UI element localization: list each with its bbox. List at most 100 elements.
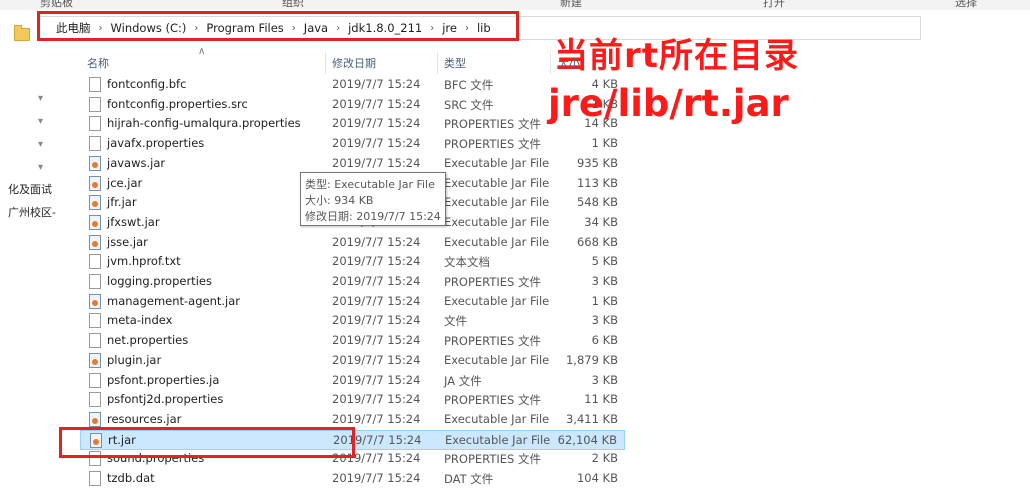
pin-icon[interactable]: ▾	[38, 139, 46, 150]
file-type: Executable Jar File	[444, 293, 550, 308]
tooltip-type: 类型: Executable Jar File	[305, 178, 435, 191]
file-icon	[89, 116, 101, 132]
file-icon	[89, 471, 101, 486]
rtjar-highlight-box	[59, 427, 355, 458]
file-type: Executable Jar File	[444, 411, 550, 426]
file-icon	[89, 96, 101, 112]
file-type: Executable Jar File	[444, 155, 550, 170]
file-type: PROPERTIES 文件	[444, 452, 541, 467]
file-row[interactable]: hijrah-config-umalqura.properties 2019/7/…	[80, 114, 625, 134]
file-row[interactable]: tzdb.dat 2019/7/7 15:24 DAT 文件 104 KB	[80, 469, 625, 489]
column-name[interactable]: 名称	[87, 55, 109, 71]
file-size: 34 KB	[584, 214, 618, 229]
jar-icon	[89, 195, 101, 211]
jar-icon	[89, 293, 101, 309]
file-date: 2019/7/7 15:24	[332, 274, 421, 288]
file-size: 1 KB	[591, 136, 618, 151]
file-size: 1,879 KB	[565, 352, 618, 367]
file-name: jfr.jar	[107, 195, 137, 210]
file-name: net.properties	[107, 333, 189, 348]
file-row[interactable]: logging.properties 2019/7/7 15:24 PROPERTI…	[80, 272, 625, 292]
file-name: jce.jar	[107, 175, 143, 190]
file-date: 2019/7/7 15:24	[332, 234, 421, 249]
file-date: 2019/7/7 15:24	[332, 96, 421, 111]
pin-icon[interactable]: ▾	[38, 162, 46, 173]
file-name: fontconfig.properties.src	[107, 96, 248, 111]
file-size: 3 KB	[591, 274, 618, 288]
file-icon	[89, 313, 101, 329]
file-icon	[89, 77, 101, 92]
file-size: 4 KB	[591, 77, 618, 91]
file-size: 11 KB	[584, 392, 618, 407]
file-type: 文本文档	[444, 255, 490, 270]
file-size: 1 KB	[591, 96, 618, 111]
file-date: 2019/7/7 15:24	[332, 293, 421, 308]
file-size: 14 KB	[584, 116, 618, 131]
file-size: 3,411 KB	[565, 411, 618, 426]
column-date[interactable]: 修改日期	[332, 55, 376, 71]
file-size: 6 KB	[591, 333, 618, 348]
file-row[interactable]: javaws.jar 2019/7/7 15:24 Executable Jar F…	[80, 154, 625, 174]
file-type: PROPERTIES 文件	[444, 334, 541, 349]
file-icon	[89, 254, 101, 270]
file-date: 2019/7/7 15:24	[332, 136, 421, 151]
file-row[interactable]: psfont.properties.ja 2019/7/7 15:24 JA 文件 3…	[80, 371, 625, 391]
file-type: DAT 文件	[444, 472, 494, 486]
file-name: plugin.jar	[107, 352, 162, 367]
folder-icon	[14, 25, 30, 41]
file-row[interactable]: jvm.hprof.txt 2019/7/7 15:24 文本文档 5 KB	[80, 252, 625, 272]
file-row[interactable]: plugin.jar 2019/7/7 15:24 Executable Jar F…	[80, 351, 625, 371]
file-tooltip: 类型: Executable Jar File 大小: 934 KB 修改日期:…	[300, 172, 446, 226]
file-row[interactable]: javafx.properties 2019/7/7 15:24 PROPERTIE…	[80, 134, 625, 154]
jar-icon	[89, 352, 101, 368]
file-row[interactable]: psfontj2d.properties 2019/7/7 15:24 PROPER…	[80, 390, 625, 410]
file-name: management-agent.jar	[107, 293, 241, 308]
file-name: fontconfig.bfc	[107, 77, 187, 91]
file-icon	[89, 372, 101, 388]
file-size: 935 KB	[576, 155, 618, 170]
column-divider[interactable]	[437, 52, 438, 74]
ribbon-label: 打开	[763, 0, 785, 9]
file-type: Executable Jar File	[444, 195, 550, 210]
column-divider[interactable]	[325, 52, 326, 74]
file-size: 2 KB	[591, 451, 618, 466]
ribbon-label: 组织	[282, 0, 304, 9]
column-divider[interactable]	[550, 52, 551, 74]
file-name: hijrah-config-umalqura.properties	[107, 116, 301, 131]
nav-item-label[interactable]: 广州校区-	[8, 204, 56, 220]
address-highlight-box	[37, 11, 519, 41]
file-size: 668 KB	[576, 234, 618, 249]
column-type[interactable]: 类型	[444, 55, 466, 71]
file-size: 5 KB	[591, 254, 618, 269]
file-name: jvm.hprof.txt	[107, 254, 181, 269]
file-date: 2019/7/7 15:24	[332, 392, 421, 407]
file-row[interactable]: fontconfig.bfc 2019/7/7 15:24 BFC 文件 4 KB	[80, 75, 625, 95]
file-row[interactable]: jsse.jar 2019/7/7 15:24 Executable Jar Fil…	[80, 233, 625, 253]
pin-icon[interactable]: ▾	[38, 116, 46, 127]
file-name: jsse.jar	[107, 234, 148, 249]
file-type: Executable Jar File	[445, 432, 551, 447]
jar-icon	[89, 411, 101, 427]
file-name: psfont.properties.ja	[107, 372, 220, 387]
ribbon-label: 选择	[955, 0, 977, 9]
file-icon	[89, 392, 101, 408]
file-size: 113 KB	[576, 175, 618, 190]
file-row[interactable]: meta-index 2019/7/7 15:24 文件 3 KB	[80, 311, 625, 331]
file-type: JA 文件	[444, 373, 482, 388]
file-date: 2019/7/7 15:24	[332, 313, 421, 328]
file-name: jfxswt.jar	[107, 214, 160, 229]
nav-item-label[interactable]: 化及面试	[8, 181, 52, 197]
pin-icon[interactable]: ▾	[38, 93, 46, 104]
file-row[interactable]: net.properties 2019/7/7 15:24 PROPERTIES 文…	[80, 331, 625, 351]
file-type: PROPERTIES 文件	[444, 275, 541, 289]
file-name: resources.jar	[107, 411, 182, 426]
column-header: ∧ 名称 修改日期 类型 大小	[80, 46, 620, 74]
file-date: 2019/7/7 15:24	[332, 254, 421, 269]
file-date: 2019/7/7 15:24	[332, 372, 421, 387]
file-size: 62,104 KB	[557, 432, 617, 447]
file-row[interactable]: management-agent.jar 2019/7/7 15:24 Execut…	[80, 292, 625, 312]
file-icon	[89, 274, 101, 289]
column-size[interactable]: 大小	[558, 55, 580, 71]
jar-icon	[89, 214, 101, 230]
file-row[interactable]: fontconfig.properties.src 2019/7/7 15:24 S…	[80, 95, 625, 115]
